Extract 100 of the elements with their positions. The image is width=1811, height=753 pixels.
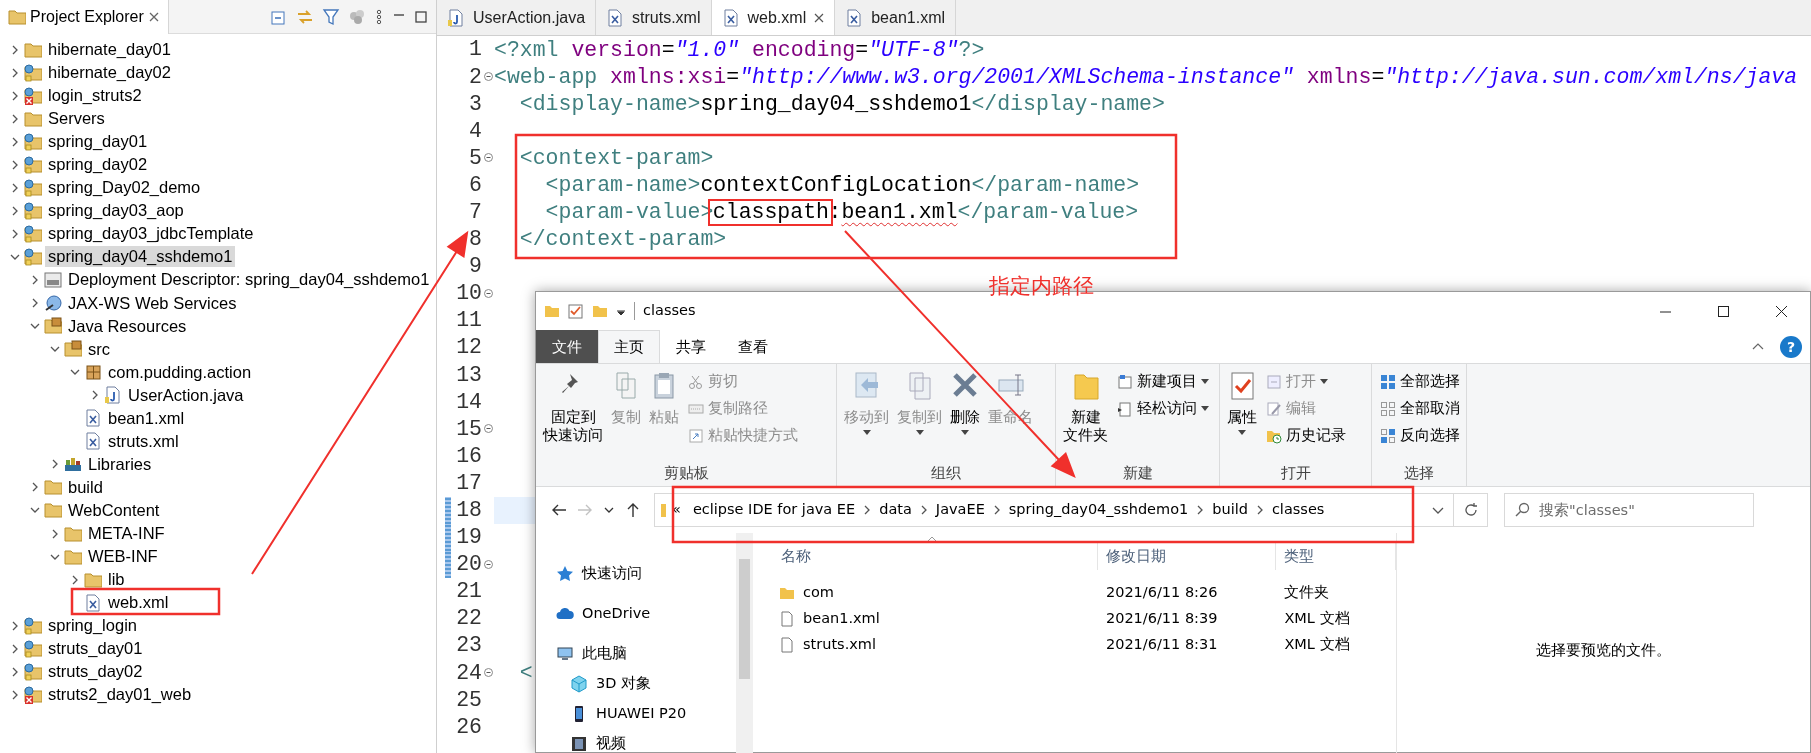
editor-tab[interactable]: web.xml — [711, 0, 836, 35]
tree-item[interactable]: spring_day03_jdbcTemplate — [45, 223, 257, 245]
view-tab[interactable]: Project Explorer — [0, 0, 169, 34]
date-cell-text: 2021/6/11 8:31 — [1104, 635, 1219, 655]
maximize-icon[interactable] — [1717, 305, 1729, 317]
breadcrumb-item[interactable]: JavaEE — [929, 499, 991, 521]
books-icon — [64, 455, 82, 474]
tree-item[interactable]: hibernate_day02 — [45, 62, 174, 84]
nav-item[interactable]: 视频 — [536, 729, 626, 753]
tree-item[interactable]: hibernate_day01 — [45, 39, 174, 60]
nav-item[interactable]: 快速访问 — [536, 559, 642, 589]
nav-item[interactable]: HUAWEI P20 — [536, 699, 687, 729]
fold-icon[interactable] — [483, 288, 493, 298]
tree-item[interactable]: struts_day02 — [45, 661, 146, 683]
kebab-menu-icon[interactable] — [374, 7, 384, 26]
help-button[interactable]: ? — [1780, 335, 1802, 358]
column-header[interactable]: 修改日期 — [1097, 542, 1277, 570]
tree-item[interactable]: WebContent — [65, 499, 163, 521]
folder-icon — [44, 478, 62, 497]
fold-icon[interactable] — [483, 668, 493, 678]
close-icon[interactable] — [1775, 305, 1787, 317]
tree-item[interactable]: login_struts2 — [45, 85, 145, 107]
ribbon-button[interactable]: 固定到 快速访问 — [540, 368, 606, 462]
tree-item[interactable]: Libraries — [85, 453, 155, 475]
tree-item[interactable]: spring_day04_sshdemo1 — [45, 246, 236, 268]
folder-icon — [44, 501, 62, 520]
fold-icon[interactable] — [483, 559, 493, 569]
breadcrumb-item[interactable]: classes — [1265, 499, 1331, 521]
tree-item[interactable]: spring_Day02_demo — [45, 177, 204, 199]
tree-item[interactable]: META-INF — [85, 523, 168, 544]
tree-item[interactable]: Deployment Descriptor: spring_day04_sshdemo1 — [65, 269, 433, 291]
line-number: 17 — [455, 469, 482, 497]
nav-item[interactable]: 3D 对象 — [536, 669, 651, 699]
nav-item[interactable]: OneDrive — [536, 599, 651, 629]
tree-item[interactable]: build — [65, 476, 106, 498]
filter-icon[interactable] — [322, 7, 340, 26]
refresh-button[interactable] — [1454, 493, 1488, 527]
caret-icon[interactable] — [1238, 430, 1246, 436]
properties-icon[interactable] — [568, 303, 584, 319]
caret-icon[interactable] — [1201, 379, 1209, 384]
nav-item[interactable]: 此电脑 — [536, 639, 627, 669]
ribbon-button[interactable]: 轻松访问 — [1113, 395, 1213, 422]
sort-up-icon[interactable] — [926, 535, 938, 543]
caret-icon[interactable] — [1201, 406, 1209, 411]
tree-item[interactable]: bean1.xml — [105, 407, 188, 429]
tree-item[interactable]: struts_day01 — [45, 638, 146, 660]
line-number: 9 — [468, 253, 482, 281]
tree-item[interactable]: UserAction.java — [125, 384, 247, 406]
close-icon[interactable] — [814, 12, 825, 23]
ribbon-button[interactable]: 新建项目 — [1113, 368, 1213, 395]
column-header[interactable]: 类型 — [1276, 542, 1396, 570]
breadcrumb-item[interactable]: build — [1206, 499, 1254, 521]
file-name[interactable]: bean1.xml — [803, 608, 880, 630]
tree-item[interactable]: JAX-WS Web Services — [65, 292, 240, 314]
tree-item[interactable]: src — [85, 338, 113, 360]
breadcrumb-item[interactable]: spring_day04_sshdemo1 — [1002, 499, 1195, 521]
ribbon-button[interactable]: 全部取消 — [1376, 395, 1464, 422]
web-project-icon — [24, 639, 42, 658]
ribbon-button[interactable]: 历史记录 — [1262, 422, 1350, 449]
web-project-icon — [24, 224, 42, 243]
search-field[interactable]: 搜索"classes" — [1504, 493, 1754, 527]
package-folder-icon — [44, 317, 62, 336]
column-header[interactable]: 名称 — [753, 542, 1098, 570]
tree-item[interactable]: struts.xml — [105, 430, 182, 452]
caret-icon[interactable] — [961, 430, 969, 436]
web-project-icon — [24, 132, 42, 151]
refresh-icon — [1462, 502, 1479, 518]
tree-item[interactable]: spring_login — [45, 615, 140, 637]
tree-item[interactable]: Servers — [45, 108, 108, 130]
fold-icon[interactable] — [483, 72, 493, 82]
tree-item[interactable]: Java Resources — [65, 315, 190, 337]
file-name[interactable]: struts.xml — [803, 634, 876, 656]
ribbon-tab[interactable]: 主页 — [598, 330, 660, 363]
type-cell-text: 文件夹 — [1283, 583, 1331, 603]
breadcrumb-item[interactable]: eclipse IDE for java EE — [686, 499, 862, 521]
line-number: 25 — [455, 686, 482, 714]
ribbon-button[interactable]: 属性 — [1224, 368, 1260, 462]
folder-icon — [8, 7, 26, 26]
folder-icon — [84, 570, 102, 589]
tree-item[interactable]: lib — [105, 569, 128, 591]
fold-icon[interactable] — [483, 153, 493, 163]
ribbon-tab[interactable]: 查看 — [722, 330, 784, 363]
breadcrumb-item[interactable]: data — [873, 499, 918, 521]
fold-icon[interactable] — [483, 424, 493, 434]
tree-item[interactable]: spring_day01 — [45, 131, 151, 153]
scrollbar[interactable] — [736, 533, 753, 753]
back-arrow-icon — [551, 502, 567, 518]
ribbon-tab[interactable]: 共享 — [660, 330, 722, 363]
ribbon-button[interactable]: 删除 — [947, 368, 983, 462]
tree-item[interactable]: struts2_day01_web — [45, 684, 195, 706]
file-name[interactable]: com — [803, 582, 834, 604]
ribbon-button[interactable]: 反向选择 — [1376, 422, 1464, 449]
tree-item[interactable]: web.xml — [105, 592, 172, 614]
tree-item[interactable]: spring_day02 — [45, 154, 151, 176]
ribbon-button[interactable]: 新建 文件夹 — [1060, 368, 1111, 462]
tree-item[interactable]: spring_day03_aop — [45, 200, 187, 222]
tree-item[interactable]: com.pudding.action — [105, 361, 255, 383]
ribbon-tab[interactable]: 文件 — [536, 330, 598, 363]
tree-item[interactable]: WEB-INF — [85, 546, 161, 568]
ribbon-button[interactable]: 全部选择 — [1376, 368, 1464, 395]
